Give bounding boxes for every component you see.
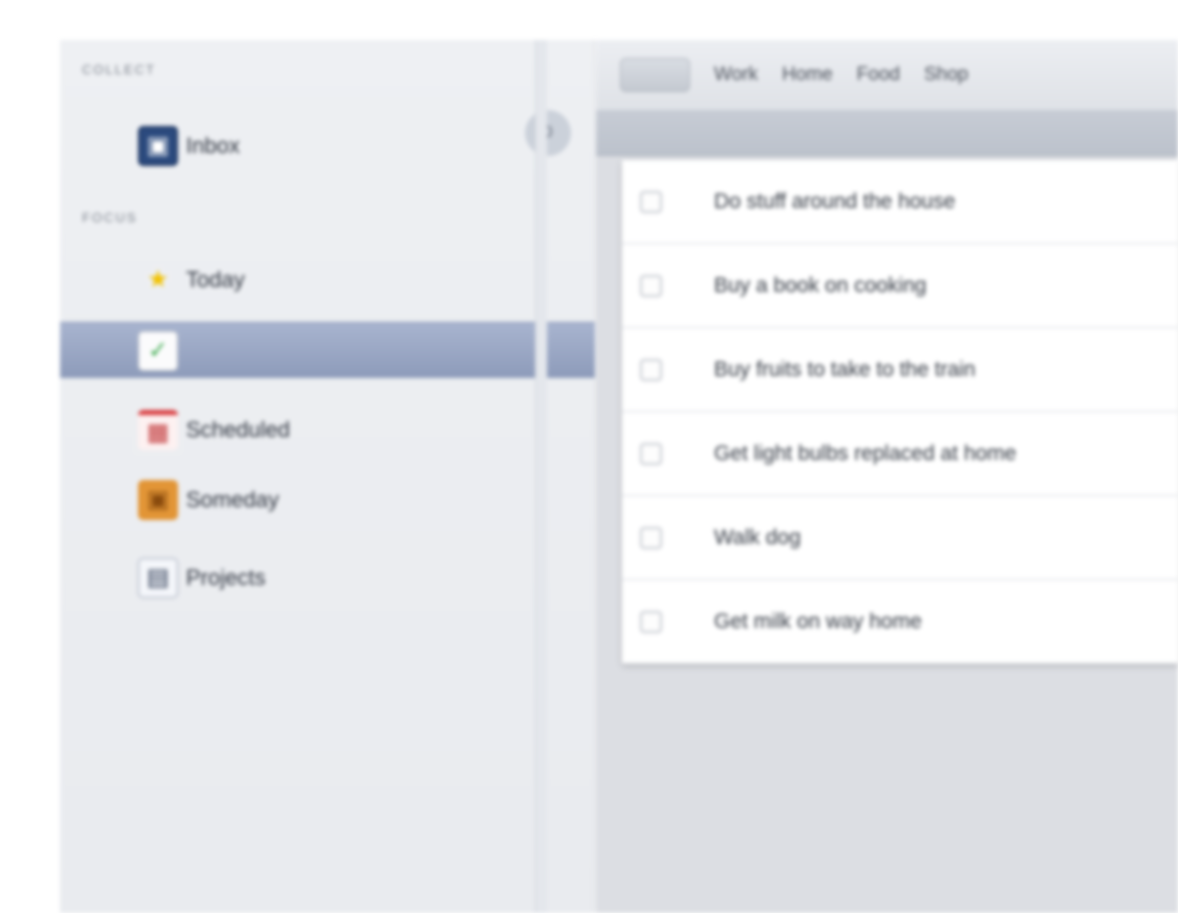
task-title: Walk dog [714, 525, 801, 549]
task-row[interactable]: Get light bulbs replaced at home [622, 412, 1178, 496]
tag-filter-shop[interactable]: Shop [924, 64, 968, 86]
task-checkbox[interactable] [640, 190, 662, 213]
main-pane: Work Home Food Shop Do stuff around the … [596, 40, 1178, 913]
sidebar-item-projects[interactable]: ▤ Projects [60, 550, 595, 606]
task-row[interactable]: Walk dog [622, 496, 1178, 580]
sidebar-item-next[interactable]: ✓ [60, 322, 595, 378]
task-title: Buy a book on cooking [714, 273, 927, 297]
task-title: Do stuff around the house [714, 189, 956, 213]
sidebar-item-label: Scheduled [186, 417, 290, 442]
task-checkbox[interactable] [640, 442, 662, 465]
task-row[interactable]: Buy fruits to take to the train [622, 328, 1178, 412]
sidebar-item-label: Today [186, 267, 245, 292]
tag-filter-home[interactable]: Home [782, 64, 833, 86]
next-checkmark-icon: ✓ [138, 330, 178, 371]
task-checkbox[interactable] [640, 274, 662, 297]
task-list: Do stuff around the house Buy a book on … [622, 160, 1178, 664]
sidebar-item-label: Projects [186, 565, 266, 590]
list-header-bar [596, 110, 1178, 156]
sidebar-item-someday[interactable]: ▣ Someday [60, 472, 595, 528]
task-checkbox[interactable] [640, 526, 662, 549]
task-title: Get light bulbs replaced at home [714, 441, 1017, 465]
section-header-focus: FOCUS [82, 210, 138, 225]
task-row[interactable]: Buy a book on cooking [622, 244, 1178, 328]
sidebar-item-scheduled[interactable]: ▦ Scheduled [60, 402, 595, 458]
task-title: Get milk on way home [714, 609, 922, 633]
sidebar: COLLECT ▣ Inbox 0 FOCUS ★ Today ✓ ▦ Sche… [60, 40, 595, 913]
calendar-icon: ▦ [138, 410, 178, 450]
task-title: Buy fruits to take to the train [714, 357, 976, 381]
star-icon: ★ [147, 266, 169, 293]
project-icon: ▤ [138, 558, 178, 598]
sidebar-item-inbox[interactable]: ▣ Inbox [60, 118, 595, 174]
toolbar-button[interactable] [620, 58, 690, 92]
tag-filter-work[interactable]: Work [714, 64, 758, 86]
section-header-collect: COLLECT [82, 62, 156, 77]
sidebar-item-label: Someday [186, 487, 279, 512]
task-row[interactable]: Do stuff around the house [622, 160, 1178, 244]
tag-filter-food[interactable]: Food [857, 64, 900, 86]
task-checkbox[interactable] [640, 358, 662, 381]
sidebar-scrollbar[interactable] [535, 40, 547, 913]
task-row[interactable]: Get milk on way home [622, 580, 1178, 664]
task-checkbox[interactable] [640, 610, 662, 633]
sidebar-item-today[interactable]: ★ Today [60, 252, 595, 308]
sidebar-item-label: Inbox [186, 133, 240, 158]
inbox-count-badge: 0 [525, 110, 571, 156]
inbox-icon: ▣ [138, 126, 178, 166]
box-icon: ▣ [138, 480, 178, 520]
toolbar: Work Home Food Shop [596, 40, 1178, 110]
